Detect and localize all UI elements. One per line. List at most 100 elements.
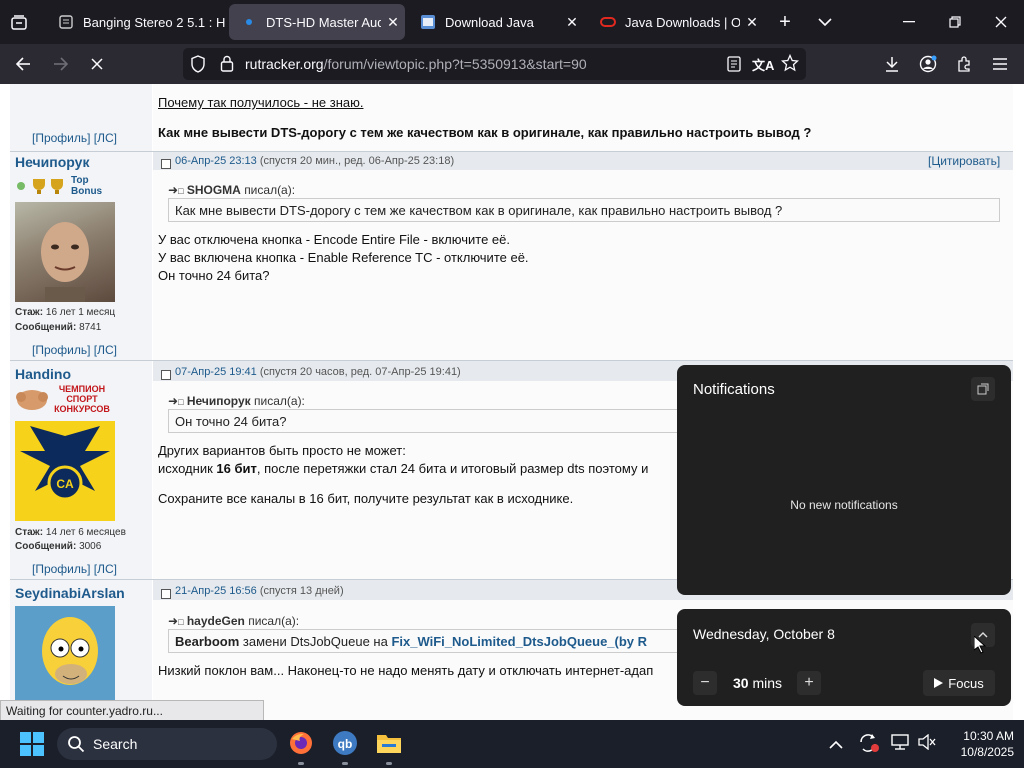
reader-view-icon[interactable] <box>727 56 741 77</box>
avatar <box>15 202 115 302</box>
tab-title: Download Java <box>445 14 534 30</box>
post-meta: 07-Апр-25 19:41 (спустя 20 часов, ред. 0… <box>175 366 461 378</box>
running-indicator <box>298 762 304 765</box>
profile-pm-links[interactable]: [Профиль] [ЛС] <box>32 562 117 576</box>
restore-icon[interactable] <box>944 11 966 33</box>
translate-icon[interactable]: 文A <box>752 55 774 74</box>
post-count: Сообщений: 3006 <box>15 541 101 552</box>
focus-button[interactable]: Focus <box>923 670 995 696</box>
tab-banging-stereo[interactable]: Banging Stereo 2 5.1 : H <box>46 4 226 40</box>
member-since-label: Стаж: <box>15 527 44 538</box>
member-since: Стаж: 14 лет 6 месяцев <box>15 527 126 538</box>
running-indicator <box>386 762 392 765</box>
post-date-link[interactable]: 07-Апр-25 19:41 <box>175 366 257 378</box>
post-text-line: У вас включена кнопка - Enable Reference… <box>158 250 529 265</box>
new-tab-icon[interactable]: + <box>774 11 796 33</box>
quote-bold: Bearboom <box>175 634 240 649</box>
minimize-icon[interactable] <box>898 11 920 33</box>
notifications-title: Notifications <box>693 381 775 398</box>
volume-muted-icon[interactable] <box>918 733 936 755</box>
close-tab-icon[interactable]: ✕ <box>560 14 584 31</box>
extensions-icon[interactable] <box>953 53 975 75</box>
focus-button-label: Focus <box>948 675 984 691</box>
quote-author: SHOGMA <box>186 183 241 197</box>
post-text-line: Низкий поклон вам... Наконец-то не надо … <box>158 663 654 678</box>
post-icon <box>161 586 171 604</box>
sync-alert-icon[interactable] <box>858 733 880 758</box>
post-text-fragment: , после перетяжки стал 24 бита и итоговы… <box>256 461 649 476</box>
post-icon <box>161 367 171 385</box>
tab-dts-hd[interactable]: DTS-HD Master Audio ✕ <box>229 4 405 40</box>
post-count-label: Сообщений: <box>15 322 77 333</box>
mouse-cursor-icon <box>973 634 987 659</box>
stop-loading-icon[interactable] <box>86 53 108 75</box>
decrease-focus-minus-icon[interactable]: − <box>693 671 717 695</box>
calendar-flyout: Wednesday, October 8 − 30 mins + Focus <box>677 609 1011 706</box>
qbittorrent-icon[interactable]: qb <box>332 730 358 761</box>
quote-box: Он точно 24 бита? <box>168 409 688 433</box>
svg-text:CA: CA <box>56 477 74 491</box>
avatar <box>15 606 115 706</box>
post-text-line: Как мне вывести DTS-дорогу с тем же каче… <box>158 125 812 140</box>
shield-icon[interactable] <box>190 55 206 78</box>
post-text-line: Почему так получилось - не знаю. <box>158 95 364 110</box>
quote-button[interactable]: [Цитировать] <box>928 154 1000 168</box>
increase-focus-plus-icon[interactable]: + <box>797 671 821 695</box>
post-author-nick[interactable]: Handino <box>15 366 71 382</box>
profile-pm-links[interactable]: [Профиль] [ЛС] <box>32 343 117 357</box>
firefox-icon[interactable] <box>288 730 314 761</box>
url-text: rutracker.org/forum/viewtopic.php?t=5350… <box>245 56 587 72</box>
taskbar-search[interactable]: Search <box>57 728 277 760</box>
profile-pm-links[interactable]: [Профиль] [ЛС] <box>32 131 117 145</box>
quote-author: Нечипорук <box>186 394 251 408</box>
account-icon[interactable] <box>917 53 939 75</box>
tray-overflow-chevron-icon[interactable] <box>829 737 843 755</box>
post-count: Сообщений: 8741 <box>15 322 101 333</box>
navigation-toolbar: rutracker.org/forum/viewtopic.php?t=5350… <box>0 44 1024 84</box>
focus-minutes: 30 <box>733 675 749 691</box>
close-tab-icon[interactable]: ✕ <box>740 14 764 31</box>
tab-title: Java Downloads | Oracl <box>625 14 740 30</box>
tab-download-java[interactable]: Download Java ✕ <box>408 4 584 40</box>
post-icon <box>161 156 171 174</box>
post-text-fragment: исходник <box>158 461 217 476</box>
do-not-disturb-icon[interactable] <box>971 377 995 401</box>
close-tab-icon[interactable]: ✕ <box>381 14 405 31</box>
post-author-nick[interactable]: Нечипорук <box>15 154 89 170</box>
quote-author-suffix: писал(а): <box>244 183 296 197</box>
windows-start-icon[interactable] <box>20 732 44 761</box>
no-notifications-text: No new notifications <box>790 498 898 512</box>
post-date-link[interactable]: 06-Апр-25 23:13 <box>175 155 257 167</box>
downloads-icon[interactable] <box>881 53 903 75</box>
hamburger-menu-icon[interactable] <box>989 53 1011 75</box>
url-path: /forum/viewtopic.php?t=5350913&start=90 <box>323 56 587 72</box>
back-arrow-icon[interactable] <box>12 53 34 75</box>
post-count-value: 8741 <box>79 322 102 333</box>
search-placeholder: Search <box>93 736 138 752</box>
member-since-value: 14 лет 6 месяцев <box>45 527 126 538</box>
avatar: CA <box>15 421 115 521</box>
forward-arrow-icon[interactable] <box>50 53 72 75</box>
close-window-icon[interactable] <box>990 11 1012 33</box>
quote-text: замени DtsJobQueue на <box>239 634 392 649</box>
network-icon[interactable] <box>891 734 909 755</box>
focus-duration: 30 mins <box>733 675 782 691</box>
post-text-line: исходник 16 бит, после перетяжки стал 24… <box>158 461 648 476</box>
quote-header: ➜□ haydeGen писал(а): <box>168 614 300 628</box>
system-clock[interactable]: 10:30 AM 10/8/2025 <box>944 728 1014 760</box>
post-date-link[interactable]: 21-Апр-25 16:56 <box>175 585 257 597</box>
address-bar[interactable]: rutracker.org/forum/viewtopic.php?t=5350… <box>183 48 806 80</box>
tab-overview-icon[interactable] <box>8 12 30 34</box>
quote-box: Как мне вывести DTS-дорогу с тем же каче… <box>168 198 1000 222</box>
tab-java-downloads-oracle[interactable]: Java Downloads | Oracl ✕ <box>588 4 764 40</box>
list-all-tabs-icon[interactable] <box>814 11 836 33</box>
file-explorer-icon[interactable] <box>376 731 402 760</box>
quote-box: Bearboom замени DtsJobQueue на Fix_WiFi_… <box>168 629 688 653</box>
status-bar: Waiting for counter.yadro.ru... <box>0 700 264 721</box>
page-gutter <box>0 84 10 720</box>
post-author-nick[interactable]: SeydinabiArslan <box>15 585 125 601</box>
lock-icon[interactable] <box>220 55 234 77</box>
bookmark-star-icon[interactable] <box>780 53 800 77</box>
quote-link[interactable]: Fix_WiFi_NoLimited_DtsJobQueue_(by R <box>391 634 647 649</box>
focus-unit: mins <box>752 675 783 691</box>
